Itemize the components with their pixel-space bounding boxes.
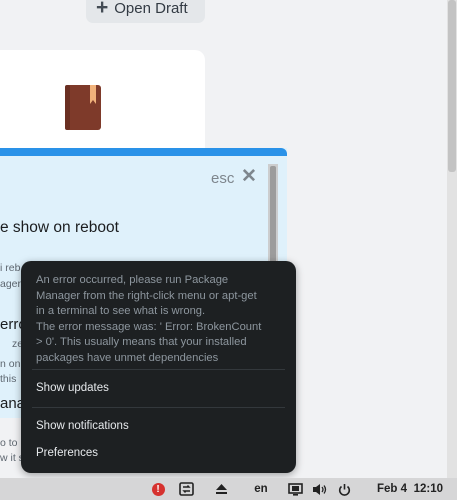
dialog-text-fragment: i reb [0, 262, 21, 274]
keyboard-layout-indicator[interactable]: en [250, 478, 272, 500]
system-panel: ! en Feb 4 12:10 [0, 478, 457, 500]
menu-item-show-notifications[interactable]: Show notifications [36, 420, 129, 432]
dialog-text-fragment: n on [0, 358, 21, 370]
page-scrollbar-thumb[interactable] [448, 0, 456, 172]
dialog-text-fragment: this [0, 373, 17, 385]
error-line: in a terminal to see what is wrong. [36, 305, 206, 317]
error-line: packages have unmet dependencies [36, 351, 219, 364]
plus-icon: + [96, 0, 109, 19]
menu-separator [32, 369, 285, 370]
menu-separator [32, 407, 285, 408]
error-line: The error message was: ' Error: BrokenCo… [36, 320, 262, 333]
window-switch-icon[interactable] [178, 478, 194, 500]
error-message: An error occurred, please run Package Ma… [36, 273, 288, 366]
update-alert-icon[interactable]: ! [150, 478, 166, 500]
eject-icon[interactable] [213, 478, 229, 500]
open-draft-label: Open Draft [114, 0, 188, 17]
close-icon[interactable]: ✕ [241, 165, 257, 188]
menu-item-show-updates[interactable]: Show updates [36, 382, 109, 394]
clock-time: 12:10 [413, 483, 443, 495]
open-draft-button[interactable]: + Open Draft [86, 0, 205, 23]
dialog-text-fragment: ager, [0, 278, 24, 290]
error-line: Manager from the right-click menu or apt… [36, 289, 257, 302]
menu-item-preferences[interactable]: Preferences [36, 447, 98, 459]
dialog-accent-bar [0, 148, 287, 156]
exclamation-icon: ! [151, 482, 165, 496]
update-notifier-menu: An error occurred, please run Package Ma… [21, 261, 296, 473]
book-icon [65, 85, 101, 130]
error-line: An error occurred, please run Package [36, 274, 229, 286]
clock-date: Feb 4 [377, 483, 408, 495]
volume-icon[interactable] [311, 478, 327, 500]
content-card [0, 50, 205, 160]
background-text-fragment: o to [0, 437, 18, 449]
esc-label: esc [211, 170, 235, 187]
display-icon[interactable] [287, 478, 303, 500]
error-line: > 0'. This usually means that your insta… [36, 336, 247, 348]
clock[interactable]: Feb 4 12:10 [377, 478, 443, 500]
power-icon[interactable] [336, 478, 352, 500]
app-window: + Open Draft esc ✕ e show on reboot i re… [0, 0, 457, 478]
dialog-heading: e show on reboot [0, 219, 119, 236]
